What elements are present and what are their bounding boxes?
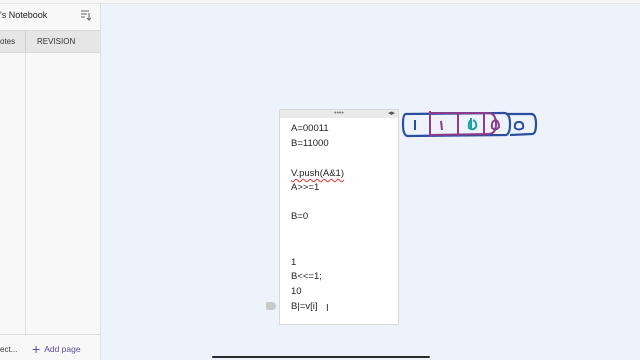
text-cursor-icon: I bbox=[326, 303, 329, 314]
plus-icon: + bbox=[32, 341, 41, 357]
sidebar: 's Notebook otes REVISION ect... + Add p… bbox=[0, 4, 101, 360]
notebook-title[interactable]: 's Notebook bbox=[0, 10, 47, 20]
note-line[interactable]: B=11000 bbox=[291, 138, 329, 149]
add-section-button[interactable]: ect... bbox=[0, 345, 17, 354]
note-line[interactable]: A=00011 bbox=[291, 123, 329, 134]
sort-icon[interactable] bbox=[79, 9, 91, 21]
paragraph-handle-icon[interactable] bbox=[266, 302, 276, 310]
add-page-button[interactable]: + Add page bbox=[32, 342, 81, 356]
note-container[interactable]: •••• ◂▸ A=00011 B=11000 V.push(A&1) A>>=… bbox=[279, 109, 399, 325]
note-line[interactable]: 10 bbox=[291, 286, 302, 297]
tab-revision[interactable]: REVISION bbox=[26, 31, 100, 52]
horizontal-scrollbar[interactable] bbox=[212, 356, 430, 358]
note-drag-handle[interactable]: •••• ◂▸ bbox=[280, 110, 398, 118]
add-page-label: Add page bbox=[44, 344, 81, 354]
note-line[interactable]: B|=v[i] bbox=[291, 301, 318, 312]
note-line[interactable]: B=0 bbox=[291, 211, 308, 222]
note-line[interactable]: 1 bbox=[291, 257, 296, 268]
note-line[interactable]: B<<=1; bbox=[291, 271, 322, 282]
sidebar-divider bbox=[25, 53, 26, 336]
ink-drawing[interactable] bbox=[400, 108, 538, 142]
tab-notes[interactable]: otes bbox=[0, 31, 26, 52]
note-line[interactable]: V.push(A&1) bbox=[291, 168, 344, 179]
resize-arrows-icon[interactable]: ◂▸ bbox=[388, 110, 395, 118]
grip-icon: •••• bbox=[334, 110, 344, 117]
tabs-row: otes REVISION bbox=[0, 30, 100, 53]
sidebar-bottom-bar: ect... + Add page bbox=[0, 334, 100, 360]
note-line[interactable]: A>>=1 bbox=[291, 182, 319, 193]
